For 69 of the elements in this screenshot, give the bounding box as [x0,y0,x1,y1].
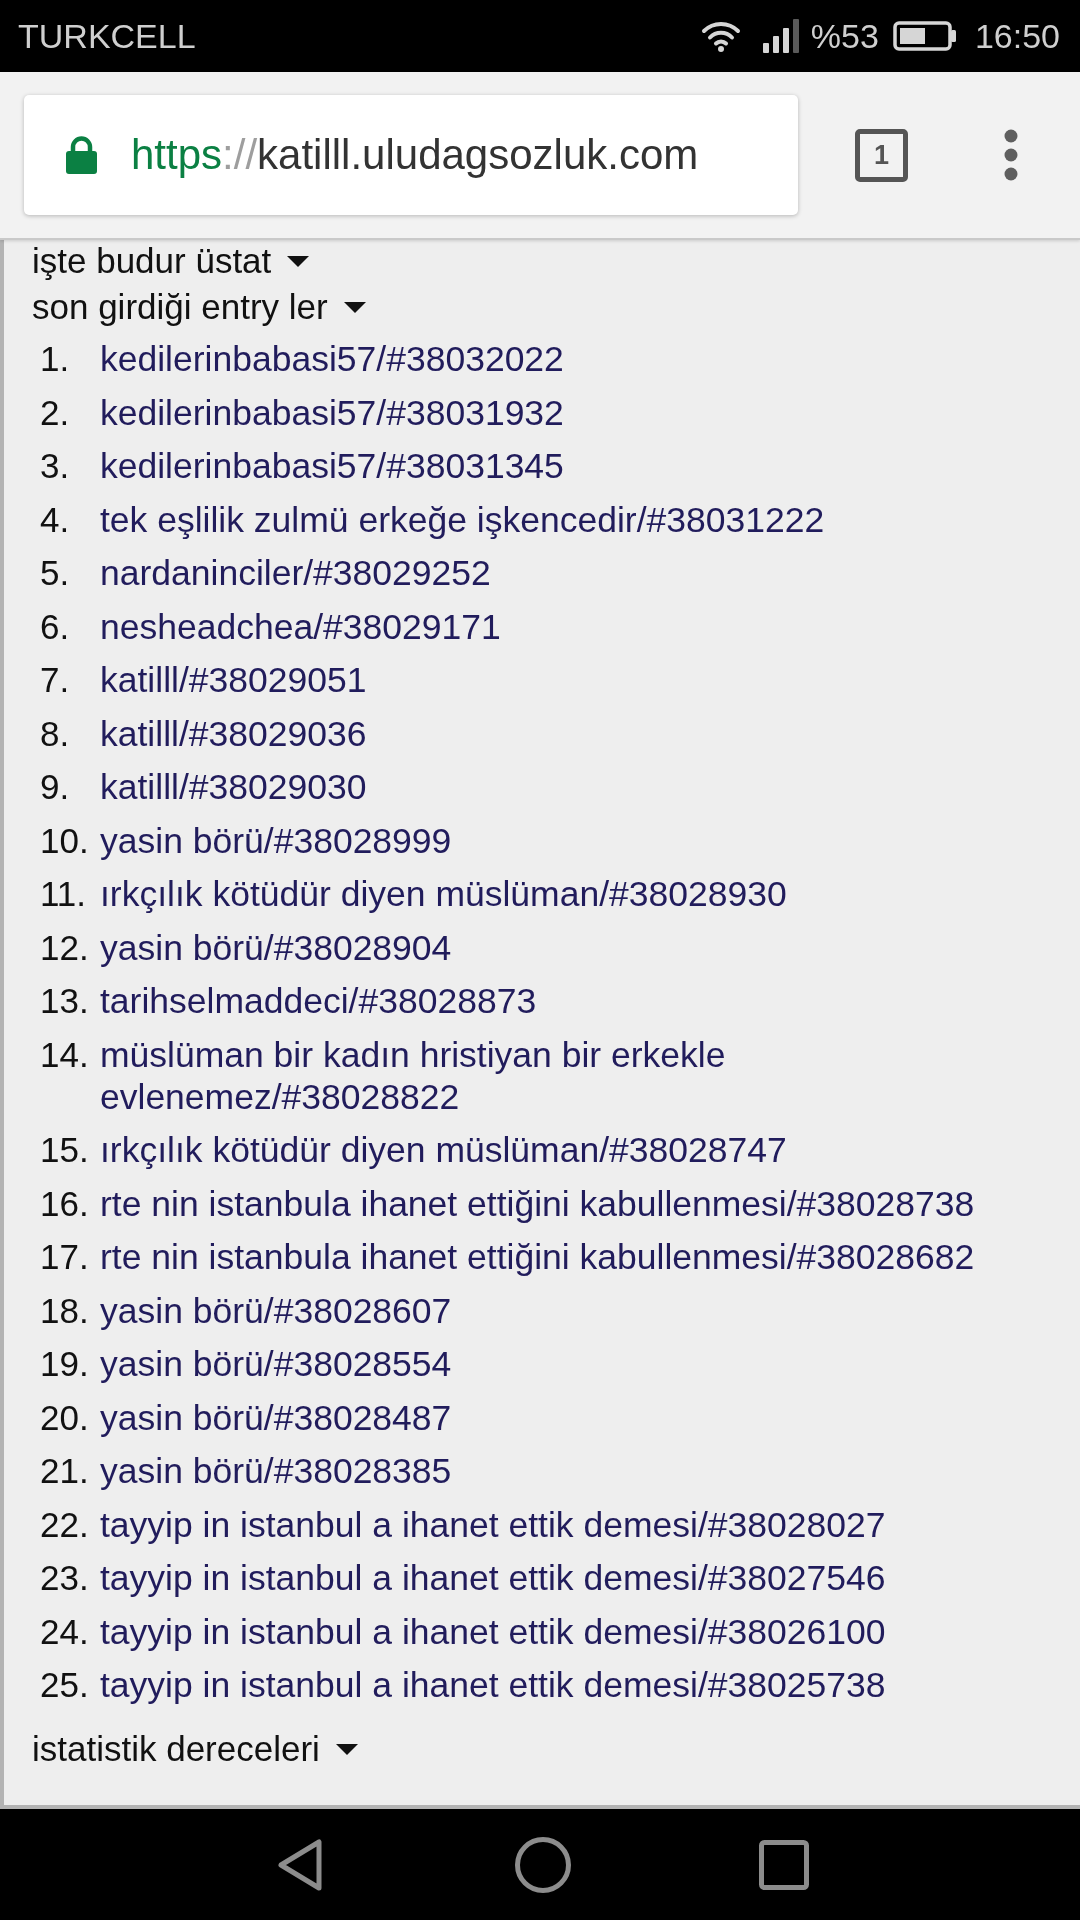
list-number: 2. [40,391,70,434]
entry-link[interactable]: yasin börü/#38028999 [100,819,452,862]
recents-icon[interactable] [759,1839,809,1890]
entry-link[interactable]: katilll/#38029051 [100,659,367,701]
address-bar[interactable]: https://katilll.uludagsozluk.com [24,95,798,215]
entry-link[interactable]: yasin börü/#38028385 [100,1450,452,1492]
entry-link[interactable]: ırkçılık kötüdür diyen müslüman/#38028747 [100,1129,787,1171]
url-text: https://katilll.uludagsozluk.com [131,131,699,179]
entry-link[interactable]: ırkçılık kötüdür diyen müslüman/#38028930 [100,873,787,915]
list-number: 16. [40,1182,89,1225]
entry-link[interactable]: kedilerinbabasi57/#38031345 [100,445,564,487]
tab-count-button[interactable]: 1 [855,128,908,182]
entry-link[interactable]: rte nin istanbula ihanet ettiğini kabullenmesi/#38028738 [100,1182,975,1225]
entry-link[interactable]: nesheadchea/#38029171 [100,605,501,648]
list-number: 24. [40,1610,89,1653]
entry-link[interactable]: nardaninciler/#38029252 [100,552,491,594]
list-number: 14. [40,1033,89,1076]
clock-time: 16:50 [974,16,1060,56]
entry-link[interactable]: kedilerinbabasi57/#38031932 [100,391,564,434]
list-number: 5. [40,552,70,594]
list-number: 23. [40,1557,89,1599]
section-header[interactable]: istatistik dereceleri [32,1728,358,1770]
lock-icon [66,136,97,174]
entry-link[interactable]: katilll/#38029030 [100,766,367,808]
entry-link[interactable]: tayyip in istanbul a ihanet ettik demesi/#38028027 [100,1503,886,1546]
list-number: 25. [40,1664,89,1706]
entry-link[interactable]: yasin börü/#38028904 [100,926,452,969]
list-number: 20. [40,1396,89,1439]
list-number: 6. [40,605,70,648]
list-number: 12. [40,926,89,969]
section-header[interactable]: işte budur üstat [32,240,310,282]
caret-icon [287,255,310,267]
entry-link[interactable]: kedilerinbabasi57/#38032022 [100,338,564,380]
list-number: 8. [40,712,70,755]
entry-link[interactable]: yasin börü/#38028554 [100,1343,452,1385]
section-header[interactable]: son girdiği entry ler [32,286,366,328]
menu-icon[interactable] [1004,129,1018,181]
list-number: 10. [40,819,89,862]
list-number: 11. [40,873,87,915]
list-number: 9. [40,766,70,808]
entry-link[interactable]: rte nin istanbula ihanet ettiğini kabullenmesi/#38028682 [100,1236,975,1278]
entry-link[interactable]: tayyip in istanbul a ihanet ettik demesi/#38026100 [100,1610,886,1653]
entry-link[interactable]: yasin börü/#38028487 [100,1396,452,1439]
list-number: 4. [40,498,70,541]
list-number: 15. [40,1129,89,1171]
list-number: 22. [40,1503,89,1546]
signal-icon [762,19,801,53]
entry-link[interactable]: katilll/#38029036 [100,712,367,755]
entry-link[interactable]: tek eşlilik zulmü erkeğe işkencedir/#38031222 [100,498,825,541]
wifi-icon [700,20,741,52]
battery-icon [892,21,957,51]
list-number: 7. [40,659,70,701]
list-number: 21. [40,1450,89,1492]
entry-link[interactable]: müslüman bir kadın hristiyan bir erkekle evlenemez/#38028822 [100,1033,1030,1118]
entry-link[interactable]: yasin börü/#38028607 [100,1289,452,1332]
list-number: 19. [40,1343,89,1385]
entry-link[interactable]: tayyip in istanbul a ihanet ettik demesi/#38025738 [100,1664,886,1706]
list-number: 3. [40,445,70,487]
list-number: 13. [40,980,89,1022]
caret-icon [343,301,366,313]
carrier-name: TURKCELL [18,16,196,56]
home-icon[interactable] [515,1836,571,1893]
back-icon[interactable] [277,1837,323,1892]
battery-percent: %53 [810,16,879,56]
entry-link[interactable]: tarihselmaddeci/#38028873 [100,980,537,1022]
list-number: 18. [40,1289,89,1332]
entry-link[interactable]: tayyip in istanbul a ihanet ettik demesi/#38027546 [100,1557,886,1599]
list-number: 1. [40,338,70,380]
list-number: 17. [40,1236,89,1278]
